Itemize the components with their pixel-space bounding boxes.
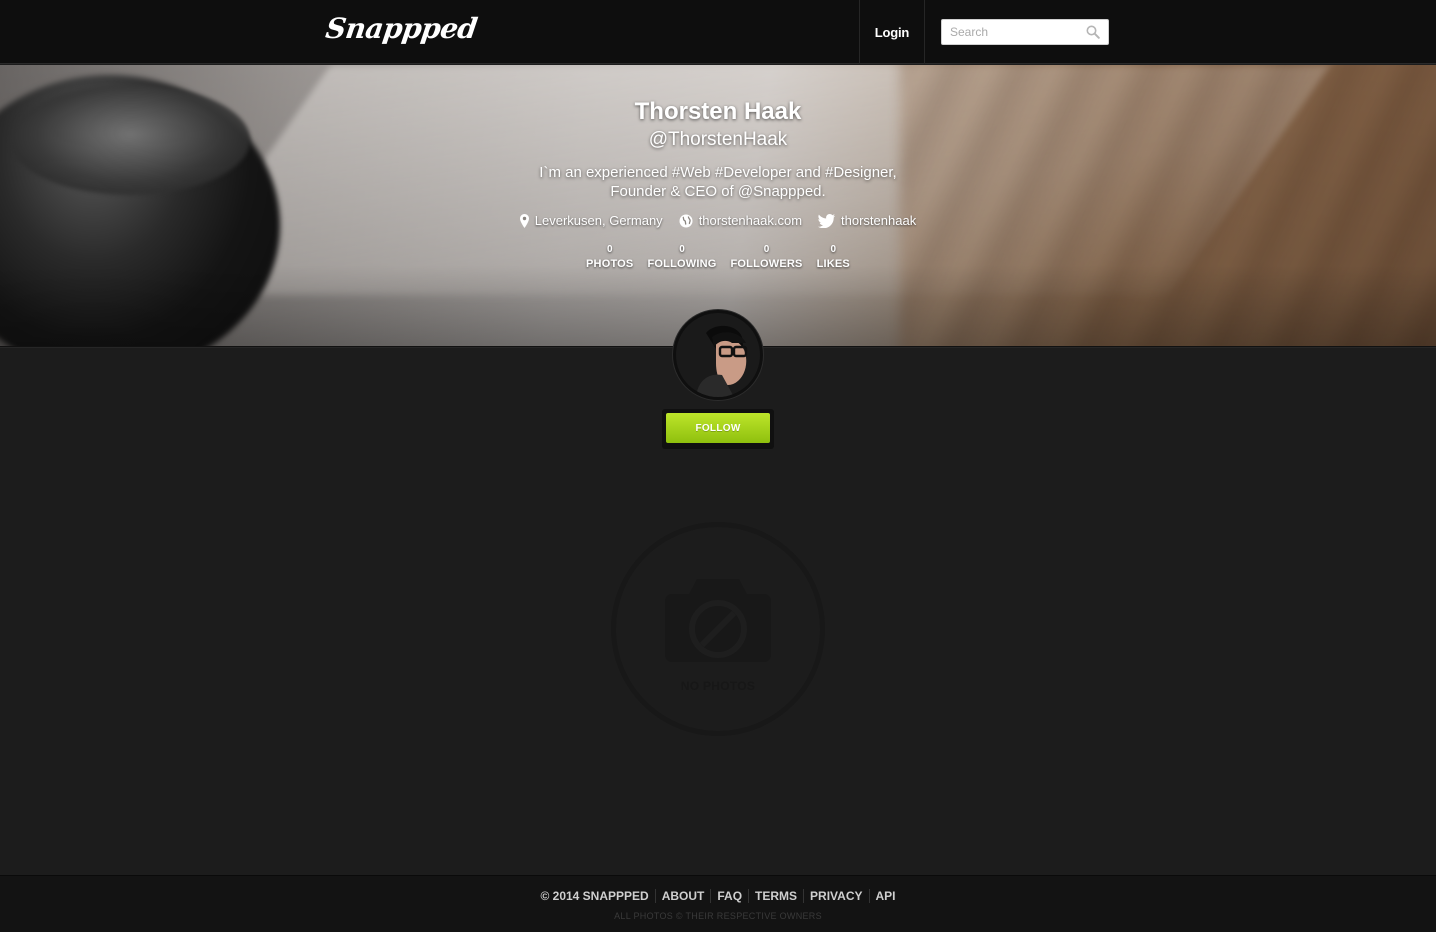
profile-bio-line: Founder & CEO of @Snappped.: [610, 183, 826, 200]
profile-name: Thorsten Haak: [634, 98, 802, 125]
avatar-portrait: [676, 313, 760, 397]
footer-link-about[interactable]: ABOUT: [662, 889, 705, 903]
camera-icon: [665, 579, 771, 662]
location-text: Leverkusen, Germany: [534, 213, 663, 228]
stat-followers[interactable]: 0 FOLLOWERS: [730, 244, 802, 272]
twitter-bird-icon: [818, 213, 836, 228]
search-box: [941, 19, 1109, 45]
profile-bio: I`m an experienced #Web #Developer and #…: [518, 163, 918, 201]
twitter-text: thorstenhaak: [841, 213, 917, 228]
profile-handle: @ThorstenHaak: [648, 129, 788, 150]
login-link[interactable]: Login: [875, 25, 910, 40]
footer: © 2014 SNAPPPED ABOUT FAQ TERMS PRIVACY …: [0, 875, 1436, 932]
avatar[interactable]: [673, 310, 763, 400]
footer-link-privacy[interactable]: PRIVACY: [810, 889, 862, 903]
stat-following[interactable]: 0 FOLLOWING: [647, 244, 716, 272]
location-pin-icon: [519, 213, 529, 228]
footer-link-faq[interactable]: FAQ: [717, 889, 742, 903]
stat-label: FOLLOWING: [647, 258, 717, 270]
search-input[interactable]: [942, 20, 1082, 44]
follow-button[interactable]: FOLLOW: [666, 413, 770, 443]
location-item: Leverkusen, Germany: [519, 213, 663, 228]
footer-separator: [710, 889, 712, 903]
footer-links: © 2014 SNAPPPED ABOUT FAQ TERMS PRIVACY …: [0, 889, 1436, 903]
footer-note: ALL PHOTOS © THEIR RESPECTIVE OWNERS: [614, 911, 822, 921]
stat-photos[interactable]: 0 PHOTOS: [586, 244, 633, 272]
stat-value: 0: [830, 244, 837, 255]
search-icon[interactable]: [1086, 25, 1100, 39]
stat-label: PHOTOS: [586, 258, 634, 270]
stat-label: FOLLOWERS: [730, 258, 803, 270]
top-navigation-bar: Snappped Login: [0, 0, 1436, 64]
globe-icon: [679, 214, 693, 227]
snappped-logo[interactable]: Snappped: [324, 12, 479, 45]
website-link[interactable]: thorstenhaak.com: [679, 213, 802, 228]
footer-link-api[interactable]: API: [876, 889, 896, 903]
stat-value: 0: [606, 244, 613, 255]
footer-separator: [748, 889, 750, 903]
profile-bio-line: I`m an experienced #Web #Developer and #…: [539, 164, 897, 181]
website-text: thorstenhaak.com: [698, 213, 803, 228]
footer-link-terms[interactable]: TERMS: [755, 889, 797, 903]
no-photos-placeholder: NO PHOTOS: [611, 522, 825, 736]
stat-label: LIKES: [816, 258, 850, 270]
stat-value: 0: [763, 244, 770, 255]
footer-separator: [868, 889, 870, 903]
footer-copyright: © 2014 SNAPPPED: [540, 889, 649, 903]
profile-stats: 0 PHOTOS 0 FOLLOWING 0 FOLLOWERS 0 LIKES: [0, 244, 1436, 272]
stat-value: 0: [679, 244, 685, 255]
follow-button-frame: FOLLOW: [662, 409, 774, 449]
stat-likes[interactable]: 0 LIKES: [817, 244, 850, 272]
twitter-link[interactable]: thorstenhaak: [818, 213, 916, 228]
login-container: Login: [859, 0, 925, 64]
profile-meta-row: Leverkusen, Germany thorstenhaak.com tho…: [0, 213, 1436, 228]
no-photos-label: NO PHOTOS: [680, 679, 756, 693]
footer-separator: [803, 889, 805, 903]
footer-separator: [654, 889, 656, 903]
